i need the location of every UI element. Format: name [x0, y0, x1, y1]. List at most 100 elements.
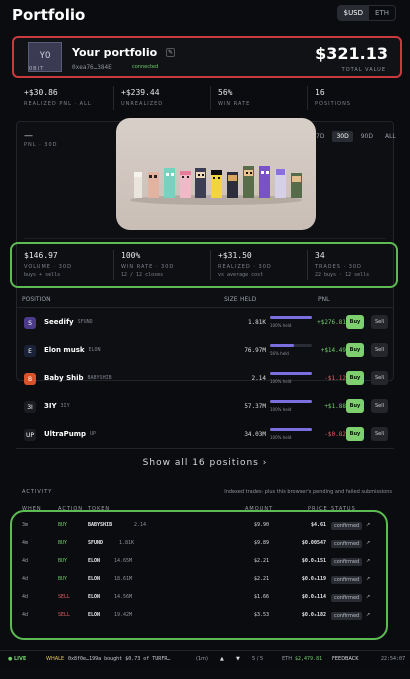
currency-eth-option[interactable]: ETH	[369, 6, 395, 20]
tab-all[interactable]: ALL	[381, 131, 400, 142]
buy-button[interactable]: Buy	[346, 399, 364, 413]
table-row[interactable]: E Elon musk ELON 76.97M 56% held +$14.49 Buy Se…	[16, 337, 394, 365]
position-name[interactable]: Elon musk	[44, 346, 85, 354]
pnl-chart-baseline	[24, 238, 386, 239]
sell-button[interactable]: Sell	[371, 315, 388, 329]
portfolio-title: Your portfolio	[72, 46, 158, 59]
show-all-positions-button[interactable]: Show all 16 positions ›	[16, 448, 394, 476]
stat-unrealized: +$239.44 UNREALIZED	[121, 88, 164, 107]
position-size: 2.14	[251, 375, 266, 382]
activity-when: 4d	[22, 558, 29, 564]
stat-trades-30d: 34 TRADES · 30D 22 buys · 12 sells	[315, 251, 370, 278]
activity-price: $0.00547	[301, 540, 326, 546]
portfolio-card: YO 0BIT Your portfolio ✎ 0xea76…384E con…	[12, 36, 402, 78]
activity-row[interactable]: 4d BUY ELON 14.65M $2.21 $0.0₆151 confirmed ↗	[0, 553, 410, 571]
clock: 22:54:07	[381, 656, 406, 662]
external-link-icon[interactable]: ↗	[366, 594, 370, 600]
currency-toggle[interactable]: $USD ETH	[336, 5, 396, 21]
activity-row[interactable]: 4m BUY SFUND 1.81K $9.89 $0.00547 confirmed ↗	[0, 535, 410, 553]
activity-action: BUY	[58, 522, 68, 528]
buy-button[interactable]: Buy	[346, 427, 364, 441]
activity-row[interactable]: 3m BUY BABYSHIB 2.14 $9.90 $4.61 confirmed ↗	[0, 517, 410, 535]
activity-note: Indexed trades· plus this browser's pend…	[224, 489, 392, 495]
table-row[interactable]: S Seedify SFUND 1.81K 100% held +$276.81 Buy Se…	[16, 309, 394, 337]
held-percent: 100% held	[270, 323, 292, 328]
activity-when: 4d	[22, 612, 29, 618]
external-link-icon[interactable]: ↗	[366, 522, 370, 528]
pnl-label: PNL · 30D	[24, 142, 58, 148]
tab-30d[interactable]: 30D	[332, 131, 353, 142]
whale-text[interactable]: 0x8f0e…199a bought $0.73 of TURFR…	[68, 656, 170, 662]
position-name[interactable]: Seedify	[44, 318, 74, 326]
position-size: 57.37M	[244, 403, 266, 410]
status-badge: confirmed	[331, 522, 363, 530]
stat-realized-pnl: +$30.86 REALIZED PNL · ALL	[24, 88, 92, 107]
buy-button[interactable]: Buy	[346, 371, 364, 385]
position-name[interactable]: 3IY	[44, 402, 57, 410]
sell-button[interactable]: Sell	[371, 343, 388, 357]
position-name[interactable]: UltraPump	[44, 430, 86, 438]
external-link-icon[interactable]: ↗	[366, 540, 370, 546]
pixel-characters-illustration	[130, 166, 302, 205]
activity-token[interactable]: ELON	[88, 612, 100, 618]
elon-icon: E	[24, 345, 36, 357]
activity-when: 3m	[22, 522, 29, 528]
activity-qty: 19.42M	[114, 612, 133, 618]
live-indicator: ● LIVE	[8, 656, 27, 662]
activity-when: 4d	[22, 594, 29, 600]
tab-90d[interactable]: 90D	[357, 131, 377, 142]
activity-row[interactable]: 4d SELL ELON 14.56M $1.66 $0.0₆114 confirmed ↗	[0, 589, 410, 607]
activity-qty: 2.14	[134, 522, 147, 528]
activity-token[interactable]: ELON	[88, 594, 100, 600]
divider	[113, 250, 114, 280]
activity-token[interactable]: ELON	[88, 576, 100, 582]
wallet-address[interactable]: 0xea76…384E	[72, 64, 112, 71]
table-row[interactable]: 3I 3IY 3IY 57.37M 100% held +$1.88 Buy Sell	[16, 393, 394, 421]
stat-volume-30d: $146.97 VOLUME · 30D buys + sells	[24, 251, 72, 278]
buy-button[interactable]: Buy	[346, 343, 364, 357]
position-pnl: -$1.12	[324, 375, 346, 382]
total-value: $321.13	[315, 44, 388, 63]
divider	[307, 250, 308, 280]
activity-price: $0.0₆151	[301, 558, 326, 564]
stat-win-rate: 56% WIN RATE	[218, 88, 251, 107]
external-link-icon[interactable]: ↗	[366, 576, 370, 582]
sell-button[interactable]: Sell	[371, 399, 388, 413]
activity-token[interactable]: SFUND	[88, 540, 103, 546]
position-size: 34.03M	[244, 431, 266, 438]
eth-label: ETH	[282, 656, 292, 662]
avatar-label: 0BIT	[29, 66, 45, 72]
activity-row[interactable]: 4d BUY ELON 18.61M $2.21 $0.0₆119 confirmed ↗	[0, 571, 410, 589]
pnl-value: —	[24, 131, 33, 141]
external-link-icon[interactable]: ↗	[366, 612, 370, 618]
prev-icon[interactable]: ▲	[220, 656, 224, 662]
activity-row[interactable]: 4d SELL ELON 19.42M $3.53 $0.0₆182 confirmed ↗	[0, 607, 410, 625]
sell-button[interactable]: Sell	[371, 371, 388, 385]
edit-icon[interactable]: ✎	[166, 48, 175, 57]
activity-when: 4m	[22, 540, 29, 546]
position-name[interactable]: Baby Shib	[44, 374, 84, 382]
connection-status: connected	[132, 64, 159, 70]
position-ticker: ELON	[88, 347, 101, 353]
sell-button[interactable]: Sell	[371, 427, 388, 441]
activity-action: SELL	[58, 594, 71, 600]
table-row[interactable]: UP UltraPump UP 34.03M 100% held -$0.82 Buy Sel…	[16, 421, 394, 449]
activity-amount: $2.21	[254, 558, 270, 564]
position-size: 76.97M	[244, 347, 266, 354]
activity-amount: $1.66	[254, 594, 270, 600]
external-link-icon[interactable]: ↗	[366, 558, 370, 564]
divider	[113, 86, 114, 110]
position-size: 1.81K	[247, 319, 266, 326]
activity-token[interactable]: BABYSHIB	[88, 522, 112, 528]
feedback-link[interactable]: FEEDBACK	[332, 656, 359, 662]
currency-usd-option[interactable]: $USD	[337, 6, 370, 20]
buy-button[interactable]: Buy	[346, 315, 364, 329]
held-percent: 56% held	[270, 351, 289, 356]
table-row[interactable]: B Baby Shib BABYSHIB 2.14 100% held -$1.12 Buy…	[16, 365, 394, 393]
position-ticker: 3IY	[60, 403, 70, 409]
next-icon[interactable]: ▼	[236, 656, 240, 662]
range-tabs: 7D 30D 90D ALL	[312, 131, 400, 142]
activity-token[interactable]: ELON	[88, 558, 100, 564]
activity-price: $0.0₆119	[301, 576, 326, 582]
3iy-icon: 3I	[24, 401, 36, 413]
